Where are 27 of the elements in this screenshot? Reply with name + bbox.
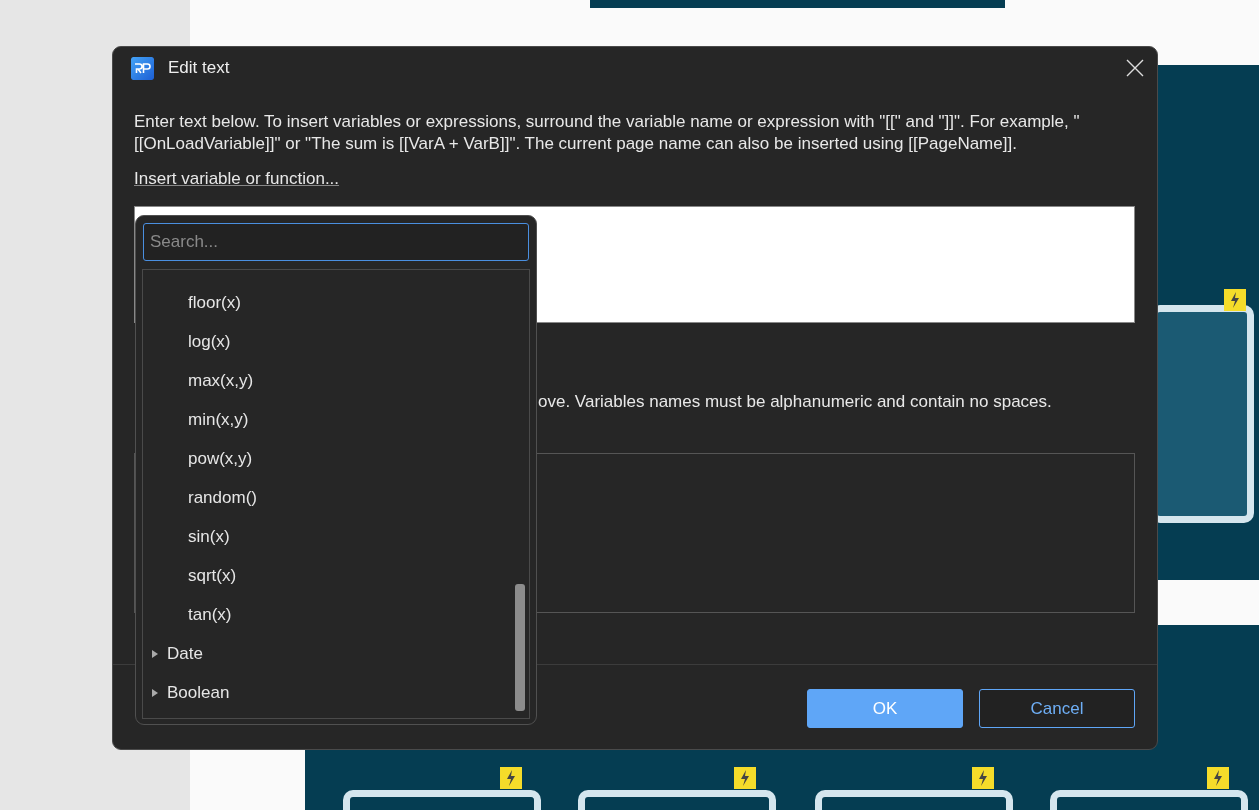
- function-item[interactable]: pow(x,y): [188, 439, 253, 478]
- caret-right-icon[interactable]: [151, 687, 159, 698]
- function-item[interactable]: random(): [188, 478, 257, 517]
- dialog-title: Edit text: [168, 58, 231, 78]
- function-item[interactable]: sqrt(x): [188, 556, 237, 595]
- function-item[interactable]: tan(x): [188, 595, 232, 634]
- function-item[interactable]: min(x,y): [188, 400, 249, 439]
- function-item[interactable]: max(x,y): [188, 361, 254, 400]
- lightning-icon: [1224, 289, 1246, 311]
- function-item[interactable]: floor(x): [188, 283, 241, 322]
- category-item[interactable]: Date: [167, 643, 203, 664]
- caret-right-icon[interactable]: [151, 648, 159, 659]
- scrollbar-thumb[interactable]: [515, 584, 525, 711]
- lightning-icon: [1207, 767, 1229, 789]
- close-icon[interactable]: [1125, 58, 1145, 78]
- app-logo-icon: [131, 56, 154, 80]
- lightning-icon: [500, 767, 522, 789]
- cancel-button[interactable]: Cancel: [979, 689, 1135, 728]
- function-item[interactable]: sin(x): [188, 517, 230, 556]
- instructions-text: Enter text below. To insert variables or expressions, surround the variable name or expression with "[[" and "]]". For example, "[[OnLoadVariable]]" or "The sum is [[VarA + VarB]]". The current page name can also be inserted using [[PageName]].: [134, 111, 1081, 155]
- insert-variable-link[interactable]: Insert variable or function...: [134, 169, 340, 189]
- function-item[interactable]: log(x): [188, 322, 231, 361]
- search-field[interactable]: Search...: [143, 223, 529, 261]
- lightning-icon: [972, 767, 994, 789]
- variables-hint-text: ove. Variables names must be alphanumeric and contain no spaces.: [538, 392, 1053, 412]
- lightning-icon: [734, 767, 756, 789]
- category-item[interactable]: Boolean: [167, 682, 230, 703]
